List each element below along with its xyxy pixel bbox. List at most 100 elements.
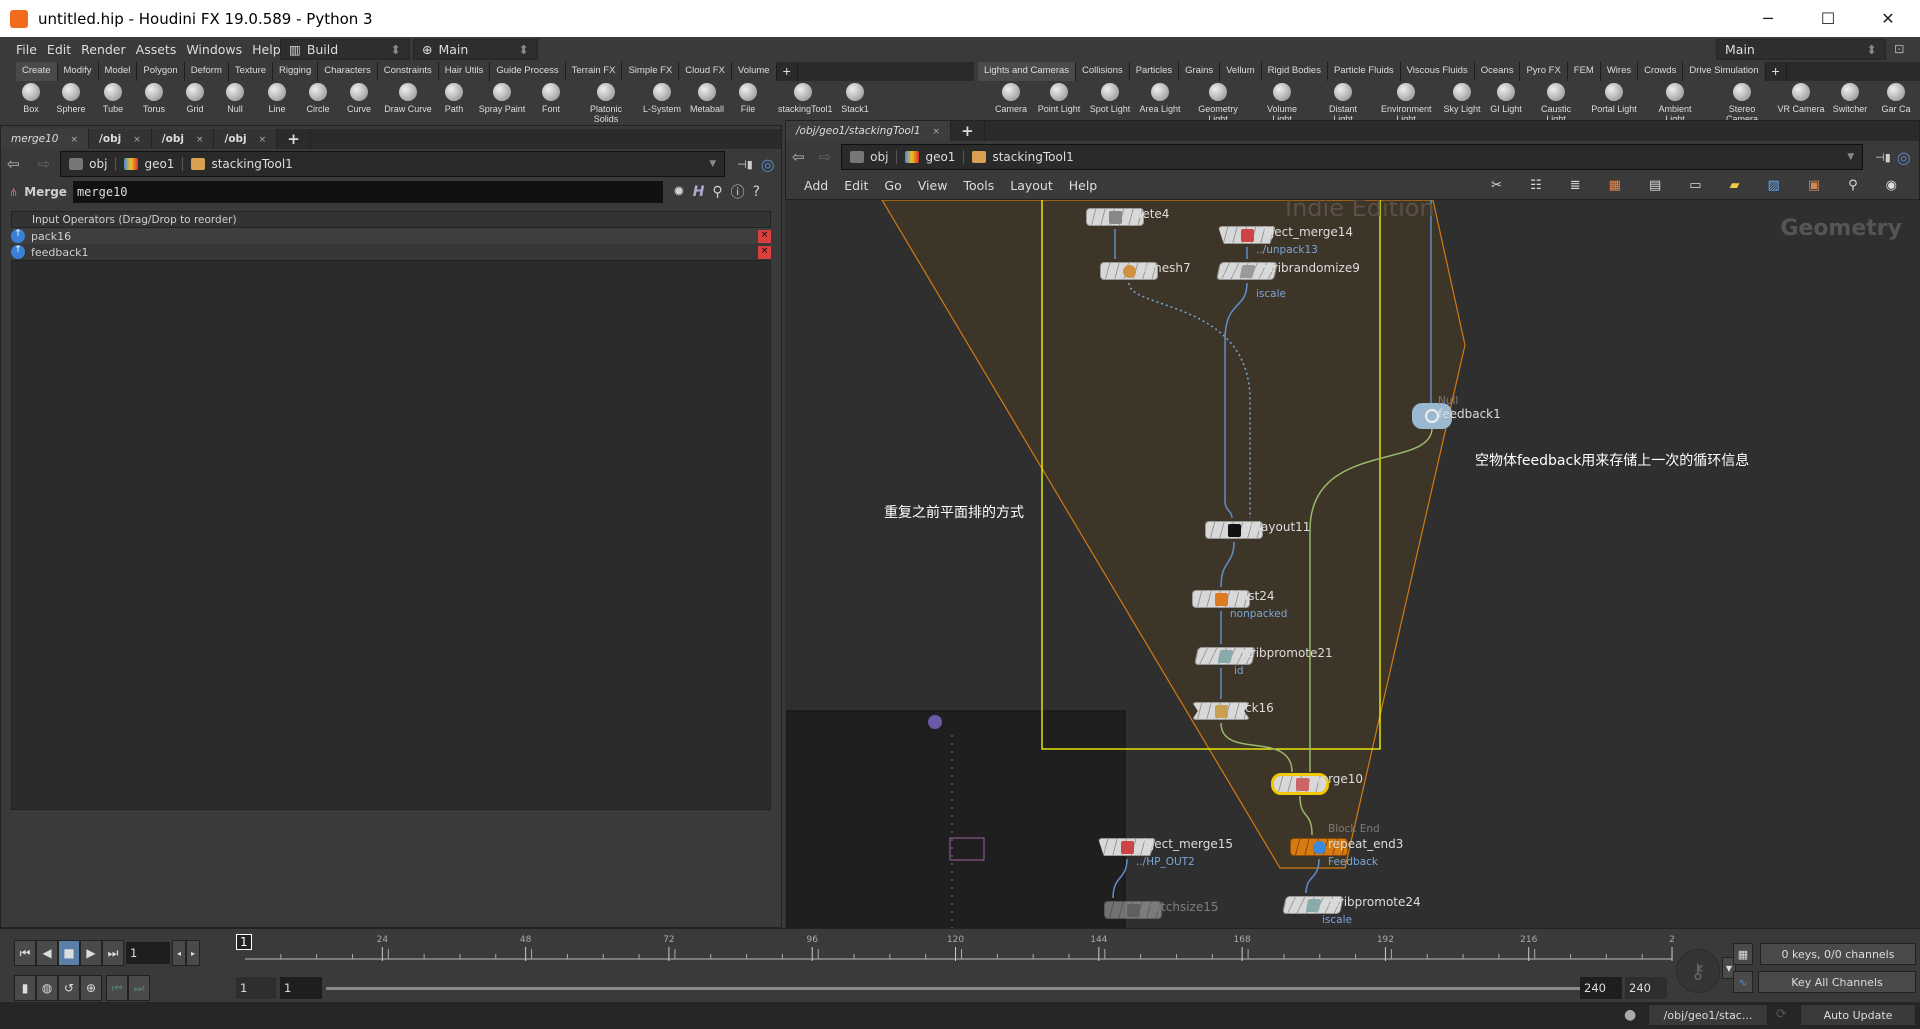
shelf-tool-stereo-camera[interactable]: Stereo Camera [1717,83,1767,124]
gear-icon[interactable]: ✹ [673,184,685,200]
shelf-tab-create[interactable]: Create [16,62,58,81]
shelf-tab-guide-process[interactable]: Guide Process [490,62,566,81]
shelf-tool-file[interactable]: File [723,83,773,114]
node-object-merge15[interactable]: object_merge15 ../HP_OUT2 [1098,837,1233,868]
shelf-tab-particles[interactable]: Particles [1129,62,1180,81]
sticky-note-icon[interactable]: ▰ [1730,178,1740,193]
path-bar[interactable]: obj geo1 stackingTool1 ▼ [60,151,726,177]
crumb-obj[interactable]: obj [61,157,117,171]
node-remesh7[interactable]: remesh7 [1100,261,1191,280]
shelf-tab-cloud-fx[interactable]: Cloud FX [679,62,732,81]
shelf-tool-gar-ca[interactable]: Gar Ca [1871,83,1920,114]
node-repeat-end3[interactable]: Block End repeat_end3 Feedback [1290,823,1403,868]
pin-icon[interactable]: ⊣▮ [737,158,753,171]
shelf-tab-deform[interactable]: Deform [184,62,229,81]
shelf-tool-environment-light[interactable]: Environment Light [1381,83,1432,124]
range-slider[interactable] [326,987,1616,990]
color-palette-icon[interactable]: ▦ [1609,178,1621,193]
close-tab-icon[interactable]: × [133,135,141,145]
menu-help[interactable]: Help [1069,178,1098,193]
node-object-merge14[interactable]: object_merge14 ../unpack13 [1218,225,1353,256]
network-canvas[interactable]: Indie Edition Geometry delete4 object_me… [785,200,1920,928]
remove-icon[interactable]: × [758,229,771,243]
key-icon[interactable]: ⚷ [1676,949,1720,993]
node-attribpromote21[interactable]: attribpromote21 id [1194,646,1333,677]
right-context-dropdown[interactable]: Main ⬍ [1716,39,1886,60]
shelf-tool-platonic-solids[interactable]: Platonic Solids [581,83,631,124]
node-attribrandomize9[interactable]: attribrandomize9 iscale [1216,261,1360,300]
network-path-bar[interactable]: obj geo1 stackingTool1 ▼ [841,144,1864,170]
arrow-up-icon[interactable]: ↑ [11,245,25,259]
node-delete4[interactable]: delete4 [1086,207,1169,226]
context-dropdown[interactable]: ⊕ Main ⬍ [413,39,538,60]
shelf-tab-terrain-fx[interactable]: Terrain FX [565,62,623,81]
menu-edit[interactable]: Edit [47,42,71,57]
tree-icon[interactable]: ☷ [1530,178,1542,193]
back-arrow-icon[interactable]: ⇦ [792,148,805,166]
shelf-tool-draw-curve[interactable]: Draw Curve [383,83,433,114]
shelf-tool-point-light[interactable]: Point Light [1034,83,1084,114]
playback-start-field[interactable]: 1 [280,977,322,999]
shelf-tool-curve[interactable]: Curve [334,83,384,114]
auto-update-dropdown[interactable]: Auto Update [1800,1004,1916,1026]
shelf-tab-polygon[interactable]: Polygon [137,62,185,81]
node-uvlayout11[interactable]: uvlayout11 [1205,520,1310,539]
back-arrow-icon[interactable]: ⇦ [7,155,20,173]
link-icon[interactable]: ◎ [1897,148,1911,167]
shelf-tool-sky-light[interactable]: Sky Light [1437,83,1487,114]
shelf-tool-stackingtool1[interactable]: stackingTool1 [778,83,833,114]
crumb-stackingtool1[interactable]: stackingTool1 [964,150,1081,164]
playback-end-field[interactable]: 240 [1580,977,1622,999]
menu-file[interactable]: File [16,42,37,57]
shelf-tool-gi-light[interactable]: GI Light [1481,83,1531,114]
node-matchsize15[interactable]: matchsize15 [1104,900,1219,919]
search-icon[interactable]: ⚲ [1848,178,1858,193]
shelf-tool-volume-light[interactable]: Volume Light [1257,83,1307,124]
shelf-tool-l-system[interactable]: L-System [637,83,687,114]
list-item[interactable]: ↑ pack16 × [11,228,771,244]
shelf-tool-spot-light[interactable]: Spot Light [1085,83,1135,114]
shelf-tool-geometry-light[interactable]: Geometry Light [1193,83,1243,124]
node-pack16[interactable]: pack16 [1192,701,1274,720]
shelf-tab-oceans[interactable]: Oceans [1474,62,1521,81]
crumb-geo1[interactable]: geo1 [116,157,184,171]
info-icon[interactable]: ⓘ [731,182,745,202]
network-box-icon[interactable]: ▭ [1689,178,1701,193]
minimap[interactable] [786,710,1126,928]
menu-windows[interactable]: Windows [186,42,242,57]
help-icon[interactable]: ⊡ [1894,41,1904,56]
question-icon[interactable]: ? [753,184,760,200]
sticky-annotation[interactable]: 空物体feedback用来存储上一次的循环信息 [1475,450,1749,470]
menu-assets[interactable]: Assets [136,42,177,57]
tab-obj[interactable]: /obj × [89,129,152,149]
arrow-up-icon[interactable]: ↑ [11,229,25,243]
shelf-tab-viscous-fluids[interactable]: Viscous Fluids [1400,62,1475,81]
background-image-icon[interactable]: ▨ [1768,178,1780,193]
sticky-annotation[interactable]: 重复之前平面排的方式 [884,502,1024,522]
shelf-tab-volume[interactable]: Volume [731,62,777,81]
node-merge10[interactable]: merge10 [1271,772,1363,795]
path-dropdown-icon[interactable]: ▼ [709,159,716,169]
crumb-stackingtool1[interactable]: stackingTool1 [183,157,300,171]
forward-arrow-icon[interactable]: ⇨ [819,148,832,166]
shelf-tab-hair-utils[interactable]: Hair Utils [438,62,491,81]
help-h-icon[interactable]: H [693,184,705,200]
shelf-tab-vellum[interactable]: Vellum [1220,62,1262,81]
search-icon[interactable]: ⚲ [712,184,722,200]
shelf-tab-grains[interactable]: Grains [1179,62,1221,81]
shelf-tab-rigid-bodies[interactable]: Rigid Bodies [1261,62,1328,81]
shelf-tool-portal-light[interactable]: Portal Light [1589,83,1639,114]
shelf-tool-spray-paint[interactable]: Spray Paint [477,83,527,114]
link-icon[interactable]: ◎ [761,155,775,174]
shelf-tool-caustic-light[interactable]: Caustic Light [1531,83,1581,124]
refresh-icon[interactable]: ⟳ [1776,1007,1787,1022]
wrench-icon[interactable]: ✂ [1491,178,1502,193]
shelf-tool-ambient-light[interactable]: Ambient Light [1650,83,1700,124]
close-tab-icon[interactable]: × [196,135,204,145]
shelf-tab-drive-simulation[interactable]: Drive Simulation [1683,62,1766,81]
tab-obj[interactable]: /obj × [151,129,215,149]
path-dropdown-icon[interactable]: ▼ [1847,152,1854,162]
tab-obj[interactable]: /obj × [214,129,278,149]
crumb-geo1[interactable]: geo1 [897,150,965,164]
pin-icon[interactable]: ⊣▮ [1875,151,1891,164]
